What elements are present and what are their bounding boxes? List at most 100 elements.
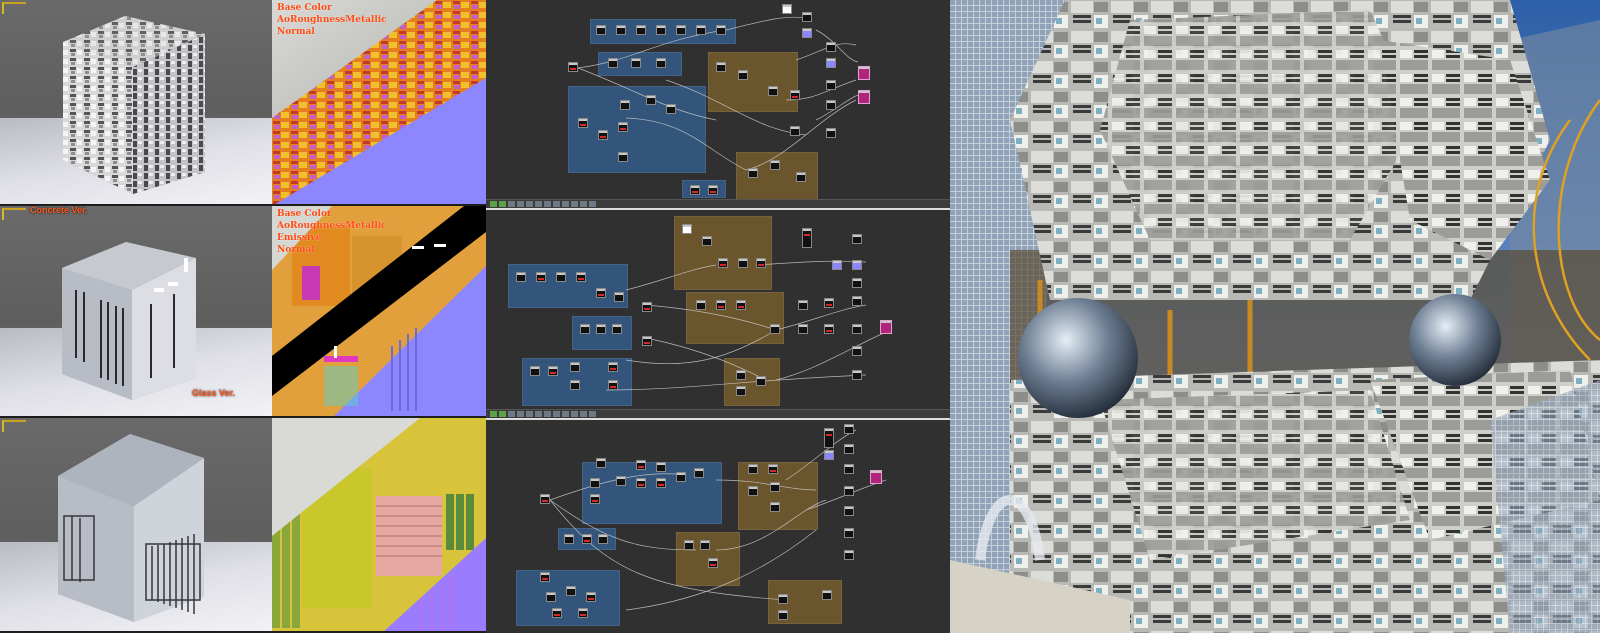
graph-node[interactable] <box>852 370 862 380</box>
graph-node[interactable] <box>636 478 646 488</box>
graph-node[interactable] <box>580 324 590 334</box>
graph-node[interactable] <box>596 25 606 35</box>
graph-node[interactable] <box>696 25 706 35</box>
texture-map-2[interactable]: Base Color AoRoughnessMetallic Emissive … <box>272 206 486 418</box>
graph-node[interactable] <box>642 302 652 312</box>
node-graph-1[interactable] <box>486 0 950 210</box>
graph-node[interactable] <box>736 300 746 310</box>
graph-node[interactable] <box>826 100 836 110</box>
graph-node[interactable] <box>716 25 726 35</box>
graph-node[interactable] <box>716 300 726 310</box>
graph-node[interactable] <box>570 380 580 390</box>
graph-node[interactable] <box>676 472 686 482</box>
graph-node[interactable] <box>608 380 618 390</box>
graph-frame[interactable] <box>568 86 706 173</box>
graph-node[interactable] <box>702 236 712 246</box>
viewport-1[interactable] <box>0 0 272 206</box>
graph-node[interactable] <box>802 12 812 22</box>
graph-node[interactable] <box>826 80 836 90</box>
graph-node[interactable] <box>756 258 766 268</box>
graph-node[interactable] <box>844 528 854 538</box>
normal-output-node[interactable] <box>802 28 812 38</box>
graph-node[interactable] <box>748 168 758 178</box>
graph-node[interactable] <box>778 610 788 620</box>
graph-node[interactable] <box>636 25 646 35</box>
graph-node[interactable] <box>738 258 748 268</box>
graph-node[interactable] <box>576 272 586 282</box>
render-view[interactable] <box>950 0 1600 633</box>
graph-node[interactable] <box>826 42 836 52</box>
graph-node[interactable] <box>598 130 608 140</box>
graph-node[interactable] <box>798 300 808 310</box>
graph-node[interactable] <box>564 534 574 544</box>
graph-node[interactable] <box>790 90 800 100</box>
graph-node[interactable] <box>852 296 862 306</box>
graph-node[interactable] <box>748 486 758 496</box>
graph-frame[interactable] <box>708 52 798 112</box>
graph-node[interactable] <box>852 324 862 334</box>
graph-node[interactable] <box>556 272 566 282</box>
graph-node[interactable] <box>844 486 854 496</box>
graph-node[interactable] <box>852 234 862 244</box>
graph-node[interactable] <box>822 590 832 600</box>
graph-node[interactable] <box>614 292 624 302</box>
viewport-3[interactable] <box>0 418 272 633</box>
material-output-node[interactable] <box>880 320 892 334</box>
graph-node[interactable] <box>540 572 550 582</box>
graph-node[interactable] <box>586 592 596 602</box>
graph-node[interactable] <box>536 272 546 282</box>
graph-node[interactable] <box>636 460 646 470</box>
graph-node[interactable] <box>516 272 526 282</box>
graph-node[interactable] <box>844 506 854 516</box>
graph-node[interactable] <box>844 444 854 454</box>
graph-node[interactable] <box>748 464 758 474</box>
graph-frame[interactable] <box>508 264 628 308</box>
graph-node[interactable] <box>738 70 748 80</box>
graph-toolbar[interactable] <box>486 199 950 208</box>
graph-node[interactable] <box>582 534 592 544</box>
graph-node[interactable] <box>656 58 666 68</box>
graph-node[interactable] <box>656 462 666 472</box>
graph-node[interactable] <box>770 160 780 170</box>
graph-node[interactable] <box>590 478 600 488</box>
graph-node[interactable] <box>798 324 808 334</box>
graph-node[interactable] <box>540 494 550 504</box>
graph-node[interactable] <box>708 185 718 195</box>
graph-node[interactable] <box>682 224 692 234</box>
normal-output-node[interactable] <box>852 260 862 270</box>
material-output-node[interactable] <box>858 66 870 80</box>
graph-node[interactable] <box>718 258 728 268</box>
graph-node[interactable] <box>596 458 606 468</box>
graph-node[interactable] <box>824 324 834 334</box>
graph-node[interactable] <box>568 62 578 72</box>
graph-node[interactable] <box>598 534 608 544</box>
graph-node[interactable] <box>590 494 600 504</box>
graph-node[interactable] <box>690 185 700 195</box>
graph-node[interactable] <box>826 128 836 138</box>
graph-node[interactable] <box>616 25 626 35</box>
graph-node[interactable] <box>631 58 641 68</box>
graph-node[interactable] <box>566 586 576 596</box>
graph-node[interactable] <box>852 346 862 356</box>
graph-node[interactable] <box>570 362 580 372</box>
graph-node[interactable] <box>596 324 606 334</box>
viewport-2[interactable]: Concrete Ver. Glass Ver. <box>0 206 272 418</box>
node-graph-3[interactable] <box>486 420 950 633</box>
graph-node[interactable] <box>612 324 622 334</box>
graph-node[interactable] <box>700 540 710 550</box>
graph-node[interactable] <box>736 386 746 396</box>
graph-node[interactable] <box>646 95 656 105</box>
graph-node[interactable] <box>824 428 834 448</box>
graph-node[interactable] <box>620 100 630 110</box>
graph-frame[interactable] <box>516 570 620 626</box>
normal-output-node[interactable] <box>832 260 842 270</box>
graph-node[interactable] <box>642 336 652 346</box>
graph-node[interactable] <box>844 464 854 474</box>
graph-node[interactable] <box>618 152 628 162</box>
graph-node[interactable] <box>844 424 854 434</box>
graph-toolbar[interactable] <box>486 409 950 418</box>
graph-node[interactable] <box>824 298 834 308</box>
graph-node[interactable] <box>616 476 626 486</box>
graph-node[interactable] <box>694 468 704 478</box>
graph-node[interactable] <box>618 122 628 132</box>
